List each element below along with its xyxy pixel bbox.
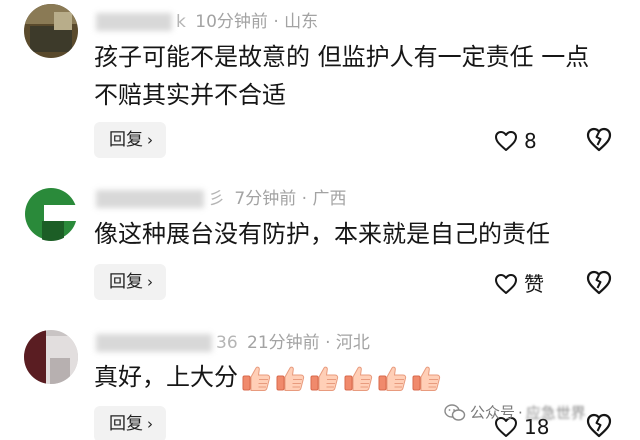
like-count: 8 <box>524 128 537 153</box>
watermark: 公众号 · 应急世界 <box>444 400 586 424</box>
comment-meta: 彡 7分钟前 · 广西 <box>96 188 346 210</box>
username-blurred <box>96 13 172 31</box>
thumbs-up-emoji-icon <box>412 366 441 391</box>
emoji-row <box>242 358 446 396</box>
comment-meta: k 10分钟前 · 山东 <box>96 11 318 33</box>
thumbs-up-emoji-icon <box>344 366 373 391</box>
comment-feed: k 10分钟前 · 山东 孩子可能不是故意的 但监护人有一定责任 一点 不赔其实… <box>0 0 640 440</box>
comment-meta: 36 21分钟前 · 河北 <box>96 332 370 354</box>
comment-text: 像这种展台没有防护，本来就是自己的责任 <box>94 215 550 253</box>
meta-separator: · <box>273 12 279 32</box>
reply-button[interactable]: 回复 › <box>94 122 166 158</box>
meta-separator: · <box>301 189 308 209</box>
avatar[interactable] <box>24 330 78 384</box>
avatar[interactable] <box>24 4 78 58</box>
thumbs-up-emoji-icon <box>276 366 305 391</box>
like-button[interactable]: 8 <box>494 124 537 154</box>
comment-text: 孩子可能不是故意的 但监护人有一定责任 一点 不赔其实并不合适 <box>94 38 589 114</box>
reply-label: 回复 <box>109 130 143 150</box>
reply-button[interactable]: 回复 › <box>94 406 166 440</box>
heart-outline-icon <box>495 130 517 151</box>
heart-outline-icon <box>495 273 517 294</box>
avatar[interactable] <box>24 187 78 241</box>
comment-location: 河北 <box>335 333 370 353</box>
reply-button[interactable]: 回复 › <box>94 264 166 300</box>
chevron-right-icon: › <box>147 273 153 291</box>
like-count: 赞 <box>524 271 544 296</box>
comment-time: 10分钟前 <box>195 12 268 32</box>
username-tail[interactable]: 36 <box>216 333 238 353</box>
username-tail[interactable]: k <box>176 12 186 32</box>
chevron-right-icon: › <box>147 415 153 433</box>
username-tail[interactable]: 彡 <box>208 189 225 209</box>
like-button[interactable]: 赞 <box>494 267 544 297</box>
comment-text-line: 像这种展台没有防护，本来就是自己的责任 <box>94 220 550 248</box>
comment-location: 山东 <box>284 12 319 32</box>
comment-time: 21分钟前 <box>247 333 320 353</box>
comment-text-line: 不赔其实并不合适 <box>94 81 286 109</box>
wechat-icon <box>444 403 466 421</box>
chevron-right-icon: › <box>147 131 153 149</box>
thumbs-up-emoji-icon <box>242 366 271 391</box>
reply-label: 回复 <box>109 272 143 292</box>
comment-text-line: 真好，上大分 <box>94 363 238 391</box>
broken-heart-icon[interactable] <box>584 267 614 297</box>
comment-location: 广西 <box>312 189 347 209</box>
broken-heart-icon[interactable] <box>584 124 614 154</box>
comment-time: 7分钟前 <box>234 189 297 209</box>
broken-heart-icon[interactable] <box>584 410 614 440</box>
comment-text-line: 孩子可能不是故意的 但监护人有一定责任 一点 <box>94 43 590 71</box>
reply-label: 回复 <box>109 414 143 434</box>
username-blurred <box>96 190 204 208</box>
thumbs-up-emoji-icon <box>378 366 407 391</box>
watermark-name: 应急世界 <box>525 403 586 422</box>
comment-text: 真好，上大分 <box>94 357 446 396</box>
watermark-dot: · <box>518 403 523 422</box>
thumbs-up-emoji-icon <box>310 366 339 391</box>
watermark-prefix: 公众号 <box>470 403 516 422</box>
meta-separator: · <box>325 333 331 353</box>
username-blurred <box>96 334 212 352</box>
